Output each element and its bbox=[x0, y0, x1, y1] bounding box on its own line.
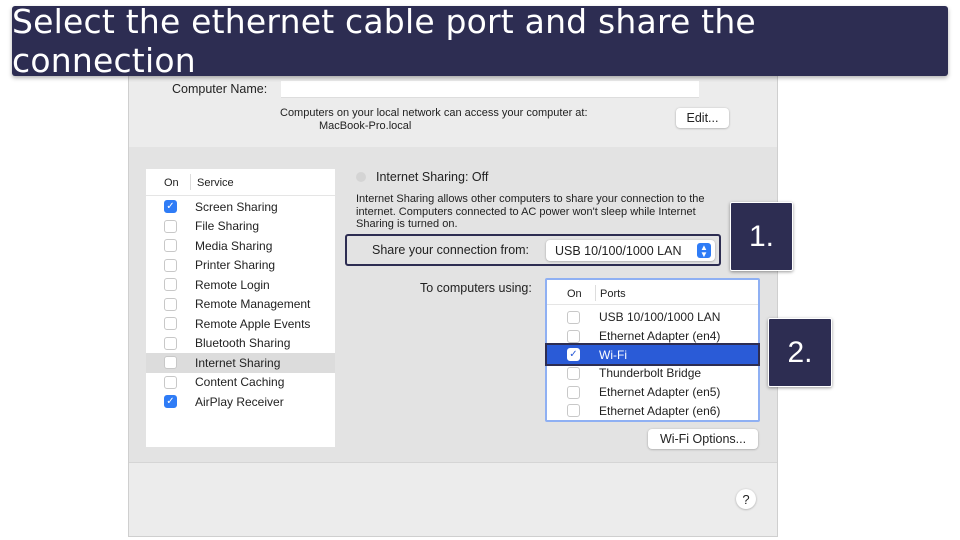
port-label: Ethernet Adapter (en6) bbox=[599, 403, 721, 418]
service-label: Internet Sharing bbox=[195, 355, 281, 370]
checkbox[interactable]: ✓ bbox=[164, 395, 177, 409]
service-label: Remote Apple Events bbox=[195, 316, 311, 331]
checkbox[interactable] bbox=[567, 329, 580, 343]
service-label: AirPlay Receiver bbox=[195, 394, 284, 409]
services-header: On Service bbox=[146, 169, 335, 196]
service-item[interactable]: Remote Management bbox=[146, 295, 335, 315]
service-label: Printer Sharing bbox=[195, 258, 276, 273]
chevron-updown-icon: ▲ ▼ bbox=[697, 243, 711, 259]
port-label: Ethernet Adapter (en5) bbox=[599, 385, 721, 400]
port-label: Thunderbolt Bridge bbox=[599, 366, 702, 381]
sharing-status: Internet Sharing: Off bbox=[376, 170, 489, 184]
port-label: USB 10/100/1000 LAN bbox=[599, 310, 721, 325]
service-label: Content Caching bbox=[195, 375, 285, 390]
checkbox[interactable] bbox=[567, 385, 580, 399]
service-item[interactable]: ✓ AirPlay Receiver bbox=[146, 392, 335, 412]
service-item[interactable]: Media Sharing bbox=[146, 236, 335, 256]
col-on: On bbox=[164, 177, 179, 189]
checkbox[interactable] bbox=[567, 404, 580, 418]
col-service: Service bbox=[197, 177, 234, 189]
edit-button[interactable]: Edit... bbox=[676, 108, 729, 128]
port-item[interactable]: Ethernet Adapter (en4) bbox=[547, 327, 758, 346]
checkbox[interactable] bbox=[164, 356, 177, 370]
service-item[interactable]: Content Caching bbox=[146, 373, 335, 393]
computer-name-field[interactable] bbox=[281, 81, 699, 98]
ports-header: On Ports bbox=[547, 280, 758, 305]
service-label: Screen Sharing bbox=[195, 199, 278, 214]
sharing-description: Internet Sharing allows other computers … bbox=[356, 193, 705, 230]
checkbox[interactable] bbox=[567, 310, 580, 324]
port-label: Wi-Fi bbox=[599, 347, 627, 362]
sharing-preferences-window: Computer Name: Computers on your local n… bbox=[128, 60, 778, 537]
share-from-label: Share your connection from: bbox=[372, 243, 530, 257]
col-on: On bbox=[567, 288, 582, 300]
service-label: Remote Login bbox=[195, 277, 270, 292]
service-item[interactable]: Bluetooth Sharing bbox=[146, 334, 335, 354]
checkbox[interactable]: ✓ bbox=[164, 200, 177, 214]
access-text: Computers on your local network can acce… bbox=[280, 107, 588, 119]
service-item[interactable]: Remote Apple Events bbox=[146, 314, 335, 334]
checkbox[interactable] bbox=[164, 375, 177, 389]
checkbox[interactable]: ✓ bbox=[567, 348, 580, 362]
instruction-banner: Select the ethernet cable port and share… bbox=[12, 2, 948, 80]
service-item[interactable]: ✓ Screen Sharing bbox=[146, 197, 335, 217]
checkbox[interactable] bbox=[164, 336, 177, 350]
service-item[interactable]: Remote Login bbox=[146, 275, 335, 295]
service-label: File Sharing bbox=[195, 219, 260, 234]
share-from-value: USB 10/100/1000 LAN bbox=[555, 243, 682, 258]
checkbox[interactable] bbox=[164, 317, 177, 331]
help-button[interactable]: ? bbox=[736, 489, 756, 509]
port-item[interactable]: Ethernet Adapter (en5) bbox=[547, 383, 758, 402]
service-label: Remote Management bbox=[195, 297, 311, 312]
status-indicator-icon bbox=[356, 172, 366, 182]
service-item[interactable]: Internet Sharing bbox=[146, 353, 335, 373]
service-label: Media Sharing bbox=[195, 238, 273, 253]
step-2-badge: 2. bbox=[768, 318, 832, 387]
hostname: MacBook-Pro.local bbox=[319, 120, 412, 132]
service-item[interactable]: File Sharing bbox=[146, 217, 335, 237]
checkbox[interactable] bbox=[164, 258, 177, 272]
to-computers-label: To computers using: bbox=[420, 281, 532, 295]
ports-list: On Ports USB 10/100/1000 LAN Ethernet Ada… bbox=[545, 278, 760, 422]
checkbox[interactable] bbox=[164, 239, 177, 253]
port-label: Ethernet Adapter (en4) bbox=[599, 329, 721, 344]
col-ports: Ports bbox=[600, 288, 626, 300]
port-item[interactable]: Thunderbolt Bridge bbox=[547, 364, 758, 383]
service-item[interactable]: Printer Sharing bbox=[146, 256, 335, 276]
checkbox[interactable] bbox=[567, 366, 580, 380]
service-label: Bluetooth Sharing bbox=[195, 336, 291, 351]
wifi-options-button[interactable]: Wi-Fi Options... bbox=[648, 429, 758, 449]
step-1-badge: 1. bbox=[730, 202, 793, 271]
port-item[interactable]: Ethernet Adapter (en6) bbox=[547, 402, 758, 421]
port-item[interactable]: USB 10/100/1000 LAN bbox=[547, 308, 758, 327]
computer-name-label: Computer Name: bbox=[172, 82, 268, 96]
checkbox[interactable] bbox=[164, 278, 177, 292]
checkbox[interactable] bbox=[164, 297, 177, 311]
port-item[interactable]: ✓ Wi-Fi bbox=[545, 343, 760, 367]
services-list: On Service ✓ Screen Sharing File Sharing Me… bbox=[146, 169, 335, 447]
share-from-popup[interactable]: USB 10/100/1000 LAN ▲ ▼ bbox=[546, 240, 715, 261]
checkbox[interactable] bbox=[164, 219, 177, 233]
sharing-pane: On Service ✓ Screen Sharing File Sharing Me… bbox=[129, 147, 777, 463]
